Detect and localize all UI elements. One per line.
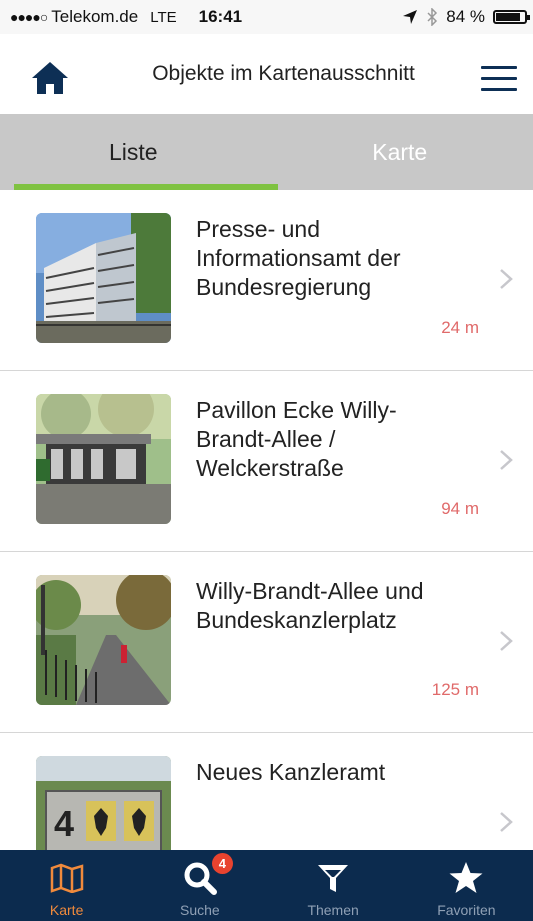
navigation-bar: Objekte im Kartenausschnitt [0, 34, 533, 115]
item-distance: 94 m [441, 499, 479, 518]
item-title: Pavillon Ecke Willy-Brandt-Allee / Welck… [196, 397, 397, 481]
notification-badge: 4 [211, 853, 233, 874]
object-list: Presse- und Informationsamt der Bundesre… [0, 190, 533, 850]
item-title: Presse- und Informationsamt der Bundesre… [196, 216, 401, 300]
chevron-right-icon [500, 450, 513, 470]
carrier-name: Telekom.de [51, 7, 139, 26]
status-bar: ●●●●○ Telekom.de LTE 16:41 84 % [0, 0, 533, 34]
location-arrow-icon [403, 10, 418, 24]
star-icon [449, 862, 483, 893]
signal-strength: ●●●●○ [10, 9, 48, 25]
item-distance: 125 m [431, 680, 479, 699]
item-title: Neues Kanzleramt [196, 759, 386, 785]
chevron-right-icon [500, 631, 513, 651]
filter-icon [318, 865, 349, 892]
bottom-tab-bar: Karte 4 Suche Themen Favoriten [0, 850, 533, 921]
tabbar-label: Favoriten [437, 902, 496, 918]
list-item[interactable]: Presse- und Informationsamt der Bundesre… [0, 190, 533, 371]
battery-percentage: 84 % [446, 7, 485, 26]
clock: 16:41 [198, 7, 243, 26]
office-building-thumbnail [36, 213, 171, 343]
item-distance: 24 m [441, 318, 479, 337]
item-title: Willy-Brandt-Allee und Bundeskanzlerplat… [196, 578, 424, 633]
battery-icon [493, 10, 530, 24]
pavilion-thumbnail [36, 394, 171, 524]
tabbar-themen[interactable]: Themen [267, 850, 400, 921]
chancellery-sign-thumbnail: 4 [36, 756, 171, 850]
tabbar-karte[interactable]: Karte [0, 850, 133, 921]
chevron-right-icon [500, 269, 513, 289]
network-type: LTE [150, 8, 177, 26]
svg-text:4: 4 [54, 803, 74, 844]
page-title: Objekte im Kartenausschnitt [152, 62, 415, 85]
tabbar-label: Karte [49, 902, 84, 918]
view-switcher: Liste Karte [0, 114, 533, 190]
tabbar-label: Suche [180, 902, 220, 918]
tabbar-favoriten[interactable]: Favoriten [400, 850, 533, 921]
map-icon [50, 863, 83, 893]
bluetooth-icon [427, 8, 438, 26]
tab-karte[interactable]: Karte [267, 114, 533, 190]
list-item[interactable]: Pavillon Ecke Willy-Brandt-Allee / Welck… [0, 371, 533, 552]
tabbar-suche[interactable]: 4 Suche [133, 850, 266, 921]
avenue-thumbnail [36, 575, 171, 705]
tabbar-label: Themen [307, 902, 359, 918]
list-item[interactable]: Willy-Brandt-Allee und Bundeskanzlerplat… [0, 552, 533, 733]
list-item[interactable]: 4 Neues Kanzleramt [0, 733, 533, 850]
hamburger-menu-icon[interactable] [481, 66, 517, 92]
chevron-right-icon [500, 812, 513, 832]
tab-liste[interactable]: Liste [0, 114, 267, 190]
